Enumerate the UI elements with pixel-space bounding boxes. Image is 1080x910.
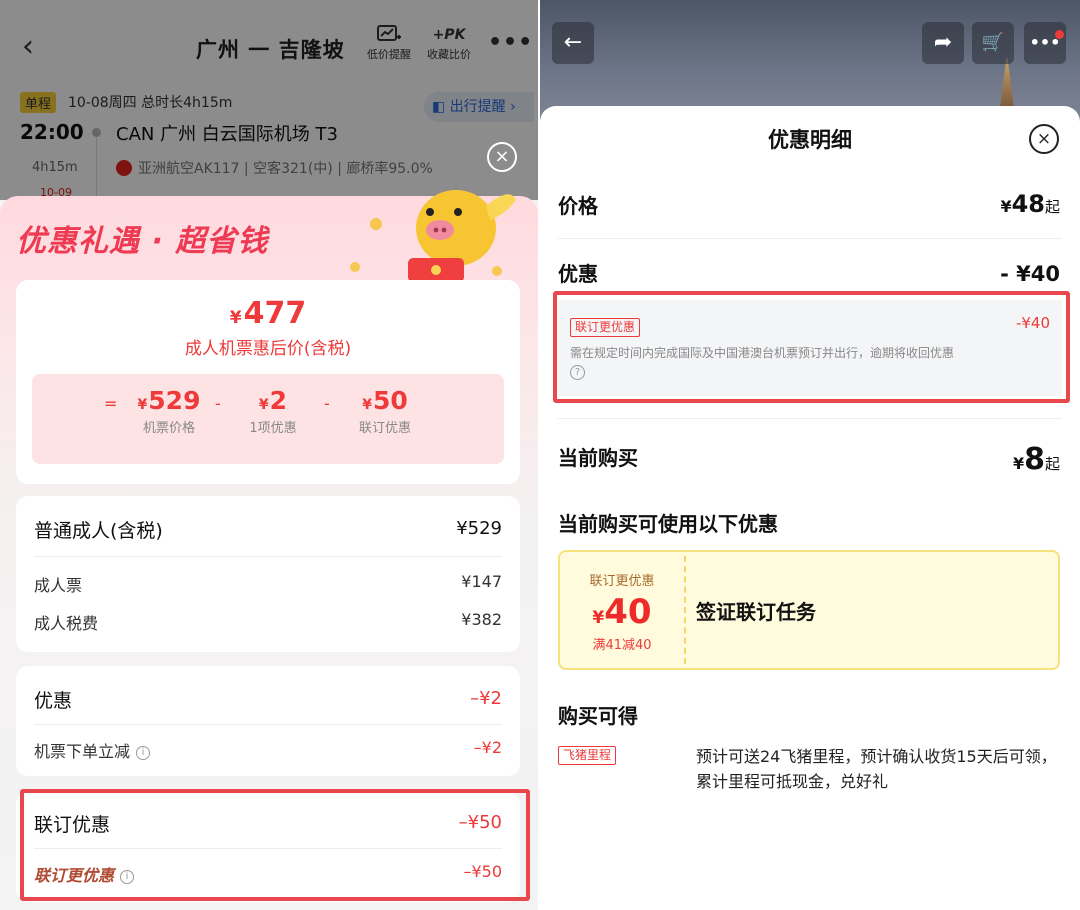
discount-card-total: –¥2 [470,688,502,709]
discount-detail-sheet: 优惠明细 × 价格 ¥48起 优惠 - ¥40 联订更优惠 -¥40 需在规定时… [540,106,1080,910]
highlight-box [553,291,1070,403]
final-price-note: 成人机票惠后价(含税) [184,339,352,359]
info-icon[interactable]: i [136,746,151,760]
notification-dot [1055,30,1064,39]
divider [34,556,502,557]
formula-bundle-discount: ¥50 联订优惠 [358,386,411,436]
divider [558,238,1062,239]
formula-operator: - [324,394,330,413]
discount-label: 优惠 [558,262,598,286]
share-icon[interactable]: ➦ [922,22,964,64]
usable-discounts-title: 当前购买可使用以下优惠 [558,512,778,536]
cart-icon[interactable]: 🛒 [972,22,1014,64]
current-purchase-value: ¥8起 [1012,442,1060,477]
fare-row-label: 成人税费 [34,614,99,633]
promo-title: 优惠礼遇 · 超省钱 [16,224,269,259]
price-label: 价格 [558,194,598,218]
discount-row: 机票下单立减 i [34,738,151,762]
coupon-value: ¥40 [592,592,652,632]
coupon-card[interactable]: 联订更优惠 ¥40 满41减40 签证联订任务 [558,550,1060,670]
left-panel: ‹ 广州 一 吉隆坡 低价提醒 +PK 收藏比价 ••• 单程 10-08周四 … [0,0,538,910]
rewards-title: 购买可得 [558,704,638,728]
coupon-name: 签证联订任务 [696,600,816,624]
price-value: ¥48起 [1000,190,1060,218]
close-icon[interactable]: × [1029,124,1059,154]
current-purchase-label: 当前购买 [558,446,638,470]
formula-ticket-price: ¥529 机票价格 [137,386,201,436]
final-price: ¥477 [229,296,307,331]
mileage-tag: 飞猪里程 [558,746,617,765]
coupon-divider [684,556,686,664]
divider [34,724,502,725]
formula-discount: ¥2 1项优惠 [249,386,297,436]
coin-icon [370,218,382,230]
coupon-condition: 满41减40 [592,638,652,653]
coin-icon [350,262,360,272]
final-price-card: ¥477 成人机票惠后价(含税) = ¥529 机票价格 - ¥2 1项优惠 - [16,280,520,484]
screenshot-composite: ‹ 广州 一 吉隆坡 低价提醒 +PK 收藏比价 ••• 单程 10-08周四 … [0,0,1080,910]
divider [558,418,1062,419]
discount-row-label: 机票下单立减 [34,742,131,761]
fare-card-total: ¥529 [456,518,502,539]
back-icon[interactable]: ← [552,22,594,64]
sheet-title: 优惠明细 [768,128,852,152]
discount-value: - ¥40 [1000,262,1060,286]
fare-row-label: 成人票 [34,576,83,595]
fare-card-title: 普通成人(含税) [34,520,163,542]
coin-icon [492,266,502,276]
fare-card: 普通成人(含税) ¥529 成人票 ¥147 成人税费 ¥382 [16,496,520,652]
discount-card: 优惠 –¥2 机票下单立减 i –¥2 [16,666,520,776]
coupon-tag: 联订更优惠 [589,574,655,589]
mileage-description: 预计可送24飞猪里程，预计确认收货15天后可领，累计里程可抵现金，兑好礼 [696,747,1057,791]
right-panel: ← ➦ 🛒 ••• 优惠明细 × 价格 ¥48起 优惠 - ¥40 联订更优惠 … [540,0,1080,910]
price-formula: = ¥529 机票价格 - ¥2 1项优惠 - ¥50 联订优惠 [32,374,504,464]
more-icon[interactable]: ••• [1024,22,1066,64]
fare-row-value: ¥382 [461,610,502,629]
highlight-box [20,789,530,901]
discount-row-value: –¥2 [473,738,502,757]
modal-backdrop[interactable] [0,0,538,200]
discount-card-title: 优惠 [34,690,73,712]
flight-header: ‹ 广州 一 吉隆坡 低价提醒 +PK 收藏比价 ••• 单程 10-08周四 … [0,0,538,200]
fare-row-value: ¥147 [461,572,502,591]
close-icon[interactable]: × [487,142,517,172]
